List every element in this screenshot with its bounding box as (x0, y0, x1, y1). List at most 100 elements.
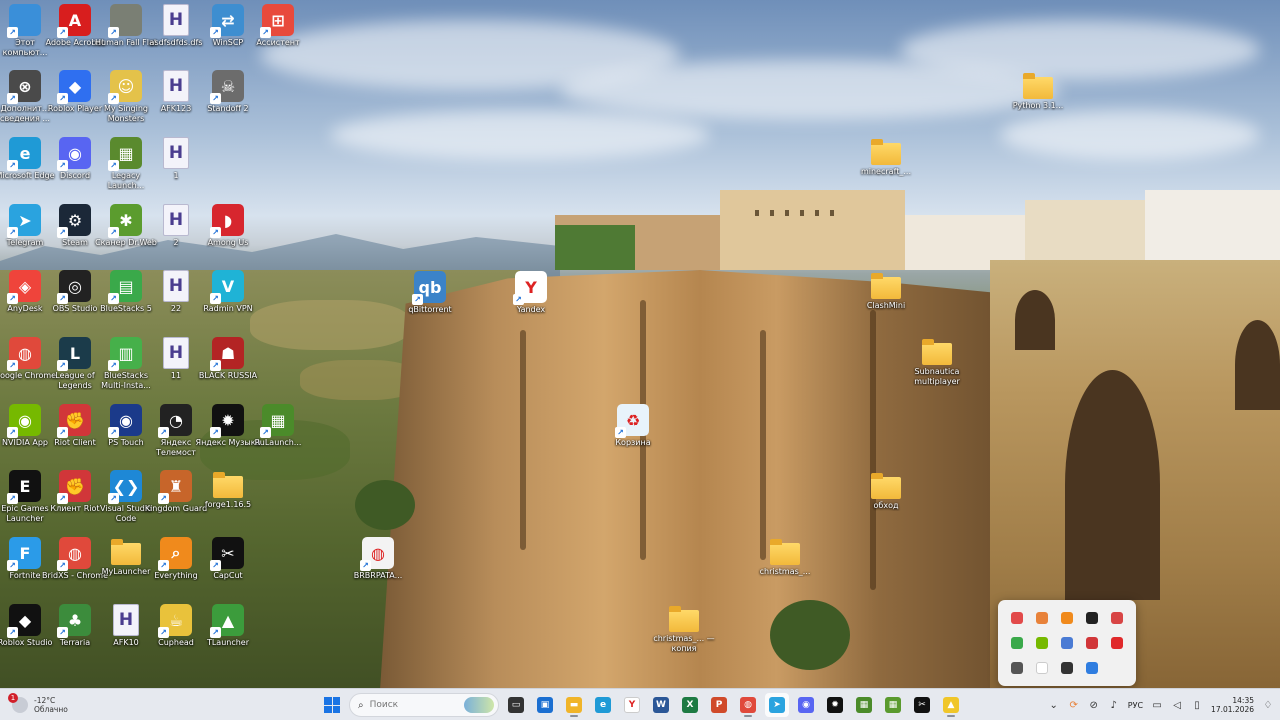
file-explorer-icon: ▬ (566, 697, 582, 713)
desktop-icon[interactable]: ☠ ↗ Standoff 2 (195, 70, 261, 114)
desktop-icon[interactable]: ✂ ↗ CapCut (195, 537, 261, 581)
notification-bell-icon[interactable]: ♢ (1262, 699, 1274, 711)
yandex-tray-icon[interactable] (1036, 662, 1049, 675)
desktop-icon-label: CapCut (213, 571, 243, 580)
desktop-icon[interactable]: Y ↗ Yandex (498, 271, 564, 315)
network-icon[interactable]: ▭ (1151, 699, 1163, 711)
taskbar-app-button[interactable]: ✹ (823, 693, 847, 717)
shortcut-arrow-icon: ↗ (158, 627, 169, 638)
h-file-icon: H (163, 70, 189, 102)
extra-info-icon: ⊗ ↗ (7, 70, 41, 104)
desktop-icon[interactable]: V ↗ Radmin VPN (195, 270, 261, 314)
desktop-icon-label: christmas_... — копия (653, 634, 715, 653)
desktop-icon[interactable]: christmas_... — копия (651, 604, 717, 653)
taskbar-app-button[interactable]: ▬ (562, 693, 586, 717)
my-singing-monsters-icon: ☺ ↗ (108, 70, 142, 104)
opera-icon[interactable] (1110, 636, 1123, 649)
chrome-tray-icon[interactable] (1085, 662, 1098, 675)
dots-icon[interactable] (1060, 636, 1073, 649)
windows-logo-icon (324, 697, 340, 713)
icon-glyph: ▥ (118, 343, 134, 363)
anydesk-icon: ◈ ↗ (7, 270, 41, 304)
taskbar: 1 -12°C Облачно ⌕ ▭ ▣ ▬ eYWXP ◍ ➤ ◉ ✹ ▦ ▦ ✂ ▲ ⌄ ⟳ ⊘… (0, 688, 1280, 720)
taskbar-app-button[interactable]: e (591, 693, 615, 717)
task-view-icon: ▭ (508, 697, 524, 713)
bluestacks-multi-icon: ▥ ↗ (108, 337, 142, 371)
desktop-icon[interactable]: minecraft_... (853, 137, 919, 177)
recycle-bin-icon: ♻ ↗ (615, 404, 649, 438)
desktop-icon[interactable]: Subnautica multiplayer (904, 337, 970, 386)
taskbar-app-button[interactable]: ◉ (794, 693, 818, 717)
desktop-icon[interactable]: qb ↗ qBittorrent (397, 271, 463, 315)
icon-glyph: ☺ (117, 76, 135, 96)
desktop-icon[interactable]: forge1.16.5 (195, 470, 261, 510)
app-orange-icon[interactable] (1036, 611, 1049, 624)
search-orange-icon[interactable] (1060, 611, 1073, 624)
taskbar-app-button[interactable]: P (707, 693, 731, 717)
yandex-music-tray-icon[interactable] (1085, 611, 1098, 624)
speaker-icon[interactable] (1011, 662, 1024, 675)
icon-glyph: ⚙ (67, 210, 83, 230)
chrome-bridxs-icon: ◍ ↗ (57, 537, 91, 571)
taskbar-app-button[interactable]: ▣ (533, 693, 557, 717)
winscp-icon: ⇄ ↗ (210, 4, 244, 38)
steam-icon: ⚙ ↗ (57, 204, 91, 238)
clock-time: 14:35 (1232, 695, 1254, 705)
vscode-icon: ❮❯ ↗ (108, 470, 142, 504)
desktop-icon[interactable]: christmas_... (752, 537, 818, 577)
desktop-icon[interactable]: H1 (143, 137, 209, 181)
shortcut-arrow-icon: ↗ (108, 227, 119, 238)
shield-red-icon[interactable] (1110, 611, 1123, 624)
sync-icon[interactable]: ⟳ (1068, 699, 1080, 711)
taskbar-app-button[interactable]: ▦ (852, 693, 876, 717)
desktop-icon[interactable]: ♻ ↗ Корзина (600, 404, 666, 448)
desktop-icon[interactable]: ⊞ ↗ Ассистент (245, 4, 311, 48)
taskbar-app-button[interactable]: ➤ (765, 693, 789, 717)
taskbar-app-button[interactable]: W (649, 693, 673, 717)
taskbar-app-button[interactable]: Y (620, 693, 644, 717)
icon-glyph: ◈ (18, 276, 32, 296)
icon-glyph: L (69, 343, 81, 363)
taskbar-app-button[interactable]: ▭ (504, 693, 528, 717)
search-input[interactable] (369, 700, 460, 710)
battery-icon[interactable]: ▯ (1191, 699, 1203, 711)
weather-widget[interactable]: 1 -12°C Облачно (8, 693, 68, 717)
taskbar-app-button[interactable]: ✂ (910, 693, 934, 717)
desktop-icon[interactable]: ClashMini (853, 271, 919, 311)
desktop-icon[interactable]: ▦ ↗ RuLaunch... (245, 404, 311, 448)
desktop-icon-label: Yandex (516, 305, 546, 314)
icon-glyph: ☕ (168, 610, 184, 630)
folder-icon (1023, 73, 1053, 99)
language-indicator[interactable]: РУС (1128, 701, 1143, 710)
chevron-up-icon[interactable]: ⌄ (1048, 699, 1060, 711)
network-off-icon[interactable]: ⊘ (1088, 699, 1100, 711)
record-icon[interactable] (1011, 611, 1024, 624)
taskbar-app-button[interactable]: ◍ (736, 693, 760, 717)
shortcut-arrow-icon: ↗ (158, 560, 169, 571)
stacks-icon[interactable] (1011, 636, 1024, 649)
icon-glyph: E (19, 476, 31, 496)
shortcut-arrow-icon: ↗ (108, 293, 119, 304)
volume-icon[interactable]: ◁ (1171, 699, 1183, 711)
start-button[interactable] (320, 693, 344, 717)
icon-glyph: ◗ (223, 210, 233, 230)
telegram-tray-icon[interactable] (1060, 662, 1073, 675)
taskbar-search[interactable]: ⌕ (349, 693, 499, 717)
taskbar-app-button[interactable]: ▲ (939, 693, 963, 717)
minecraft2-taskbar-icon: ▦ (885, 697, 901, 713)
folder-icon (770, 539, 800, 565)
nvidia-tray-icon[interactable] (1036, 636, 1049, 649)
desktop-icon[interactable]: ◍ ↗ BRBRPATA... (345, 537, 411, 581)
telegram-icon: ➤ ↗ (7, 204, 41, 238)
desktop-icon[interactable]: ◗ ↗ Among Us (195, 204, 261, 248)
clock[interactable]: 14:35 17.01.2026 (1211, 696, 1254, 715)
desktop-icon[interactable]: ▲ ↗ TLauncher (195, 604, 261, 648)
arrow-down-red-icon[interactable] (1085, 636, 1098, 649)
microphone-icon[interactable]: ♪ (1108, 699, 1120, 711)
drweb-icon: ✱ ↗ (108, 204, 142, 238)
desktop-icon[interactable]: обход (853, 471, 919, 511)
desktop-icon[interactable]: Python 3.1... (1005, 71, 1071, 111)
desktop-icon[interactable]: ☗ ↗ BLACK RUSSIA (195, 337, 261, 381)
taskbar-app-button[interactable]: ▦ (881, 693, 905, 717)
taskbar-app-button[interactable]: X (678, 693, 702, 717)
